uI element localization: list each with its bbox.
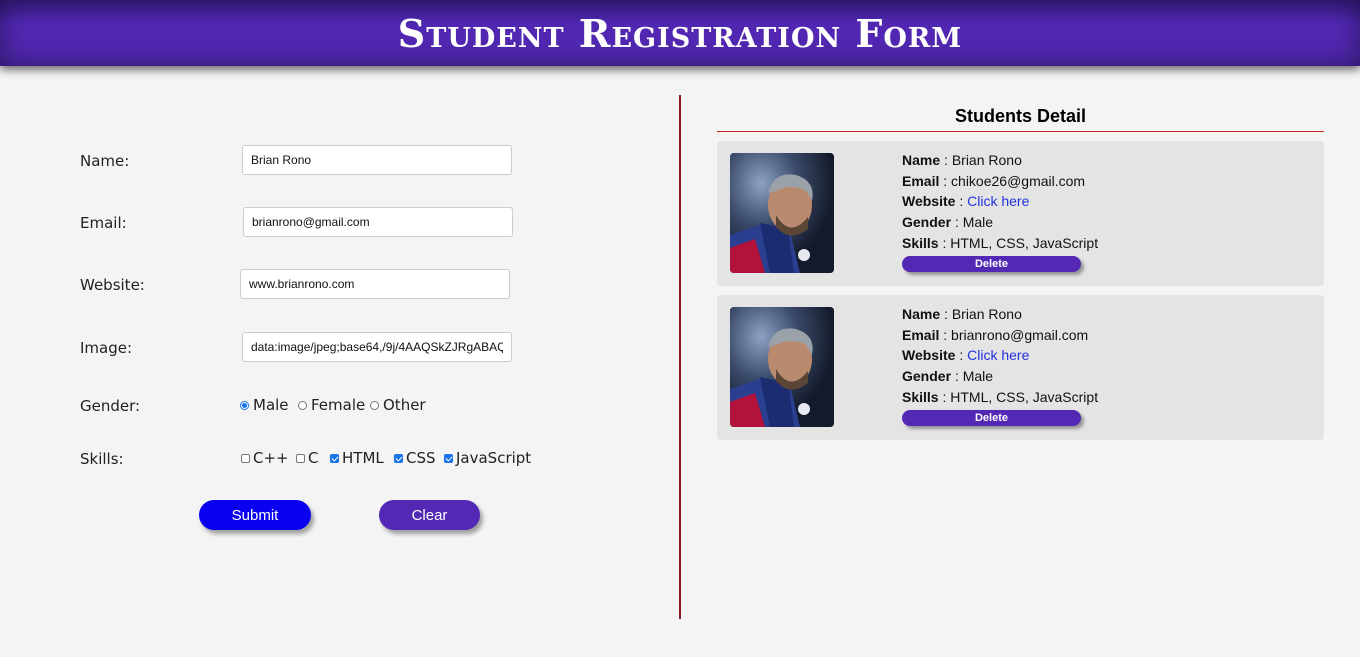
javascript-checkbox[interactable] bbox=[444, 453, 453, 463]
female-radio-label: Female bbox=[311, 396, 366, 414]
skill-option-html[interactable]: HTML bbox=[330, 449, 384, 467]
student-skills-row: Skills : HTML, CSS, JavaScript bbox=[902, 388, 1099, 405]
student-website-key: Website bbox=[902, 193, 956, 210]
css-checkbox[interactable] bbox=[394, 453, 403, 463]
student-website-link[interactable]: Click here bbox=[967, 193, 1029, 209]
student-name: Brian Rono bbox=[951, 306, 1022, 322]
name-input[interactable] bbox=[242, 145, 512, 175]
student-email-row: Email : chikoe26@gmail.com bbox=[902, 172, 1086, 189]
skill-option-css[interactable]: CSS bbox=[394, 449, 436, 467]
gender-option-male[interactable]: Male bbox=[240, 396, 289, 414]
student-skills: HTML, CSS, JavaScript bbox=[950, 234, 1099, 251]
student-name-key: Name bbox=[902, 306, 941, 322]
gender-option-other[interactable]: Other bbox=[370, 396, 426, 414]
student-photo bbox=[730, 307, 834, 427]
student-email-key: Email bbox=[902, 326, 940, 343]
student-skills-key: Skills bbox=[902, 388, 939, 405]
student-website-row: Website : Click here bbox=[902, 347, 1030, 364]
student-name-row: Name : Brian Rono bbox=[902, 152, 1022, 168]
html-checkbox[interactable] bbox=[330, 453, 339, 463]
student-skills-row: Skills : HTML, CSS, JavaScript bbox=[902, 234, 1099, 251]
student-card: Name : Brian Rono Email : chikoe26@gmail… bbox=[717, 141, 1324, 286]
student-website-key: Website bbox=[902, 347, 956, 364]
page-title: Student Registration Form bbox=[397, 10, 963, 56]
student-email-key: Email bbox=[902, 172, 940, 189]
gender-option-female[interactable]: Female bbox=[298, 396, 365, 414]
html-checkbox-label: HTML bbox=[342, 449, 384, 467]
student-name-row: Name : Brian Rono bbox=[902, 306, 1022, 322]
cpp-checkbox[interactable] bbox=[241, 453, 250, 463]
student-email: chikoe26@gmail.com bbox=[951, 172, 1086, 189]
student-skills: HTML, CSS, JavaScript bbox=[950, 388, 1099, 405]
image-label: Image: bbox=[80, 339, 133, 357]
cpp-checkbox-label: C++ bbox=[253, 449, 289, 467]
student-photo-image bbox=[730, 153, 834, 273]
website-input[interactable] bbox=[240, 269, 510, 299]
student-gender: Male bbox=[962, 214, 994, 231]
student-info: Name : Brian Rono Email : brianrono@gmai… bbox=[902, 304, 1098, 408]
c-checkbox-label: C bbox=[308, 449, 319, 467]
email-input[interactable] bbox=[243, 207, 513, 237]
page-header: Student Registration Form bbox=[0, 0, 1360, 66]
website-label: Website: bbox=[80, 276, 145, 294]
submit-button[interactable]: Submit bbox=[199, 500, 311, 530]
student-website-row: Website : Click here bbox=[902, 193, 1030, 210]
other-radio[interactable] bbox=[370, 400, 379, 410]
student-website-link[interactable]: Click here bbox=[967, 347, 1029, 363]
skills-label: Skills: bbox=[80, 450, 124, 468]
skill-option-c[interactable]: C bbox=[296, 449, 318, 467]
gender-label: Gender: bbox=[80, 397, 141, 415]
other-radio-label: Other bbox=[383, 396, 426, 414]
student-gender-key: Gender bbox=[902, 368, 952, 385]
image-input[interactable] bbox=[242, 332, 512, 362]
student-email-row: Email : brianrono@gmail.com bbox=[902, 326, 1089, 343]
student-photo-image bbox=[730, 307, 834, 427]
student-gender-key: Gender bbox=[902, 214, 952, 231]
delete-button[interactable]: Delete bbox=[902, 256, 1081, 272]
clear-button[interactable]: Clear bbox=[379, 500, 480, 530]
student-email: brianrono@gmail.com bbox=[951, 326, 1089, 343]
skill-option-cpp[interactable]: C++ bbox=[241, 449, 289, 467]
skill-option-javascript[interactable]: JavaScript bbox=[444, 449, 531, 467]
student-gender-row: Gender : Male bbox=[902, 214, 994, 231]
student-card: Name : Brian Rono Email : brianrono@gmai… bbox=[717, 295, 1324, 440]
student-gender-row: Gender : Male bbox=[902, 368, 994, 385]
student-name: Brian Rono bbox=[951, 152, 1022, 168]
email-label: Email: bbox=[80, 214, 127, 232]
student-skills-key: Skills bbox=[902, 234, 939, 251]
c-checkbox[interactable] bbox=[296, 453, 305, 463]
student-photo bbox=[730, 153, 834, 273]
delete-button[interactable]: Delete bbox=[902, 410, 1081, 426]
students-detail-rule bbox=[717, 131, 1324, 132]
section-divider bbox=[679, 95, 681, 619]
name-label: Name: bbox=[80, 152, 130, 170]
javascript-checkbox-label: JavaScript bbox=[456, 449, 532, 467]
students-detail-title: Students Detail bbox=[954, 106, 1087, 126]
student-info: Name : Brian Rono Email : chikoe26@gmail… bbox=[902, 150, 1098, 254]
student-gender: Male bbox=[962, 368, 994, 385]
student-name-key: Name bbox=[902, 152, 941, 168]
css-checkbox-label: CSS bbox=[406, 449, 436, 467]
female-radio[interactable] bbox=[298, 400, 307, 410]
male-radio[interactable] bbox=[240, 400, 249, 410]
male-radio-label: Male bbox=[253, 396, 289, 414]
